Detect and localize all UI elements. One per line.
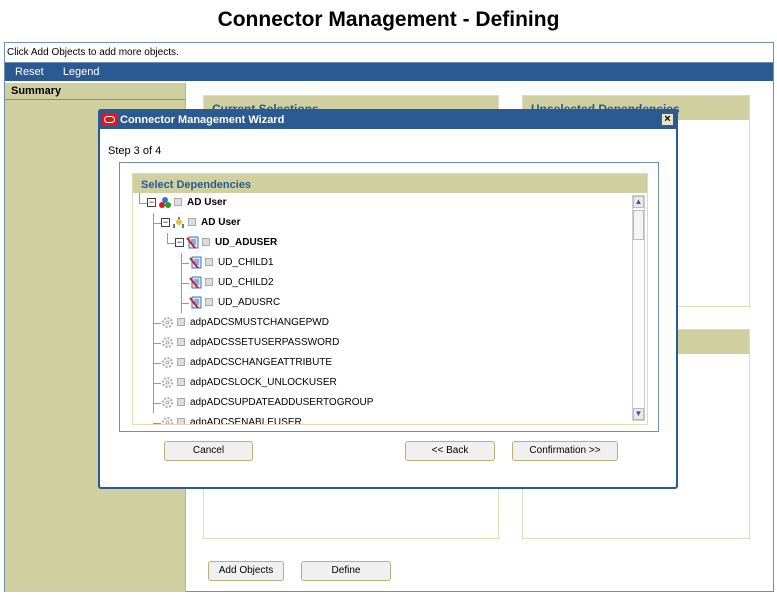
tree-item[interactable]: − UD_ADUSER (175, 233, 277, 253)
tree-guide-line (181, 253, 182, 313)
tree-connector (181, 283, 189, 284)
tree-guide-line (139, 193, 140, 203)
wizard-step: Step 3 of 4 (108, 145, 162, 157)
tree-item-label: AD User (201, 217, 241, 228)
tree-item[interactable]: UD_CHILD1 (189, 253, 274, 273)
tree-checkbox[interactable] (177, 338, 185, 347)
collapse-icon[interactable]: − (147, 197, 156, 207)
scroll-thumb[interactable] (633, 210, 644, 240)
tree-checkbox[interactable] (205, 258, 213, 267)
tree-checkbox[interactable] (205, 298, 213, 307)
tree-checkbox[interactable] (177, 418, 185, 424)
tree-connector (181, 303, 189, 304)
adapter-gear-icon (161, 396, 174, 409)
tree-checkbox[interactable] (177, 398, 185, 407)
adapter-gear-icon (161, 356, 174, 369)
form-icon (186, 236, 199, 249)
close-icon[interactable]: × (661, 113, 674, 126)
form-icon (189, 296, 202, 309)
tree-item[interactable]: − AD User (147, 193, 226, 213)
process-definition-icon (172, 216, 185, 229)
collapse-icon[interactable]: − (161, 217, 170, 227)
confirmation-button[interactable]: Confirmation >> (512, 441, 618, 461)
adapter-gear-icon (161, 416, 174, 424)
tree-item[interactable]: adpADCSCHANGEATTRIBUTE (161, 353, 332, 373)
page-title: Connector Management - Defining (217, 8, 560, 31)
tree-item-label: adpADCSLOCK_UNLOCKUSER (190, 377, 337, 388)
tree-connector (153, 223, 161, 224)
adapter-gear-icon (161, 376, 174, 389)
tree-item-label: adpADCSMUSTCHANGEPWD (190, 317, 329, 328)
tree-item-label: AD User (187, 197, 227, 208)
connector-wizard-dialog: Connector Management Wizard × Step 3 of … (98, 109, 678, 489)
tree-connector (153, 343, 161, 344)
tree-item-label: adpADCSENABLEUSER (190, 417, 302, 425)
tree-connector (153, 323, 161, 324)
tree-item[interactable]: adpADCSLOCK_UNLOCKUSER (161, 373, 337, 393)
tree-item[interactable]: UD_CHILD2 (189, 273, 274, 293)
tree-guide-line (153, 213, 154, 413)
oracle-logo-icon (102, 113, 117, 126)
resource-object-icon (158, 196, 171, 209)
tree-guide-line (167, 233, 168, 243)
tree-checkbox[interactable] (202, 238, 210, 247)
tree-checkbox[interactable] (205, 278, 213, 287)
tree-item-label: UD_ADUSRC (218, 297, 281, 308)
tree-scrollbar[interactable]: ▲ ▼ (632, 195, 645, 421)
tree-connector (153, 403, 161, 404)
adapter-gear-icon (161, 336, 174, 349)
tree-checkbox[interactable] (177, 318, 185, 327)
menu-bar: Reset Legend (5, 63, 773, 81)
tree-item[interactable]: adpADCSUPDATEADDUSERTOGROUP (161, 393, 373, 413)
tree-item[interactable]: UD_ADUSRC (189, 293, 280, 313)
wizard-title: Connector Management Wizard (120, 114, 285, 126)
cancel-button[interactable]: Cancel (164, 441, 253, 461)
tree-connector (167, 243, 175, 244)
tree-checkbox[interactable] (188, 218, 196, 227)
tree-item[interactable]: − AD User (161, 213, 240, 233)
collapse-icon[interactable]: − (175, 237, 184, 247)
wizard-title-bar: Connector Management Wizard × (100, 111, 676, 129)
menu-reset[interactable]: Reset (15, 66, 44, 78)
form-icon (189, 256, 202, 269)
select-dependencies-header: Select Dependencies (133, 174, 647, 193)
tree-item-label: adpADCSUPDATEADDUSERTOGROUP (190, 397, 374, 408)
tree-checkbox[interactable] (177, 358, 185, 367)
dependency-tree: Select Dependencies − AD User − AD User − UD_… (132, 173, 648, 425)
tree-checkbox[interactable] (174, 198, 182, 207)
tree-item[interactable]: adpADCSMUSTCHANGEPWD (161, 313, 329, 333)
tree-connector (153, 383, 161, 384)
tree-connector (153, 363, 161, 364)
tree-connector (153, 423, 161, 424)
tree-connector (139, 203, 147, 204)
tree-item-label: adpADCSSETUSERPASSWORD (190, 337, 340, 348)
wizard-content-box: Select Dependencies − AD User − AD User − UD_… (119, 162, 659, 432)
tree-item[interactable]: adpADCSSETUSERPASSWORD (161, 333, 339, 353)
add-objects-button[interactable]: Add Objects (208, 561, 284, 581)
tree-item-label: UD_ADUSER (215, 237, 278, 248)
form-icon (189, 276, 202, 289)
scroll-up-icon[interactable]: ▲ (633, 196, 644, 208)
menu-legend[interactable]: Legend (63, 66, 100, 78)
tree-item-label: UD_CHILD2 (218, 277, 274, 288)
info-message: Click Add Objects to add more objects. (5, 43, 773, 63)
tree-item-label: adpADCSCHANGEATTRIBUTE (190, 357, 333, 368)
tree-item-label: UD_CHILD1 (218, 257, 274, 268)
tree-item[interactable]: adpADCSENABLEUSER (161, 413, 302, 425)
scroll-down-icon[interactable]: ▼ (633, 408, 644, 420)
tree-connector (181, 263, 189, 264)
sidebar-summary[interactable]: Summary (5, 83, 185, 100)
tree-checkbox[interactable] (177, 378, 185, 387)
adapter-gear-icon (161, 316, 174, 329)
back-button[interactable]: << Back (405, 441, 495, 461)
define-button[interactable]: Define (301, 561, 391, 581)
